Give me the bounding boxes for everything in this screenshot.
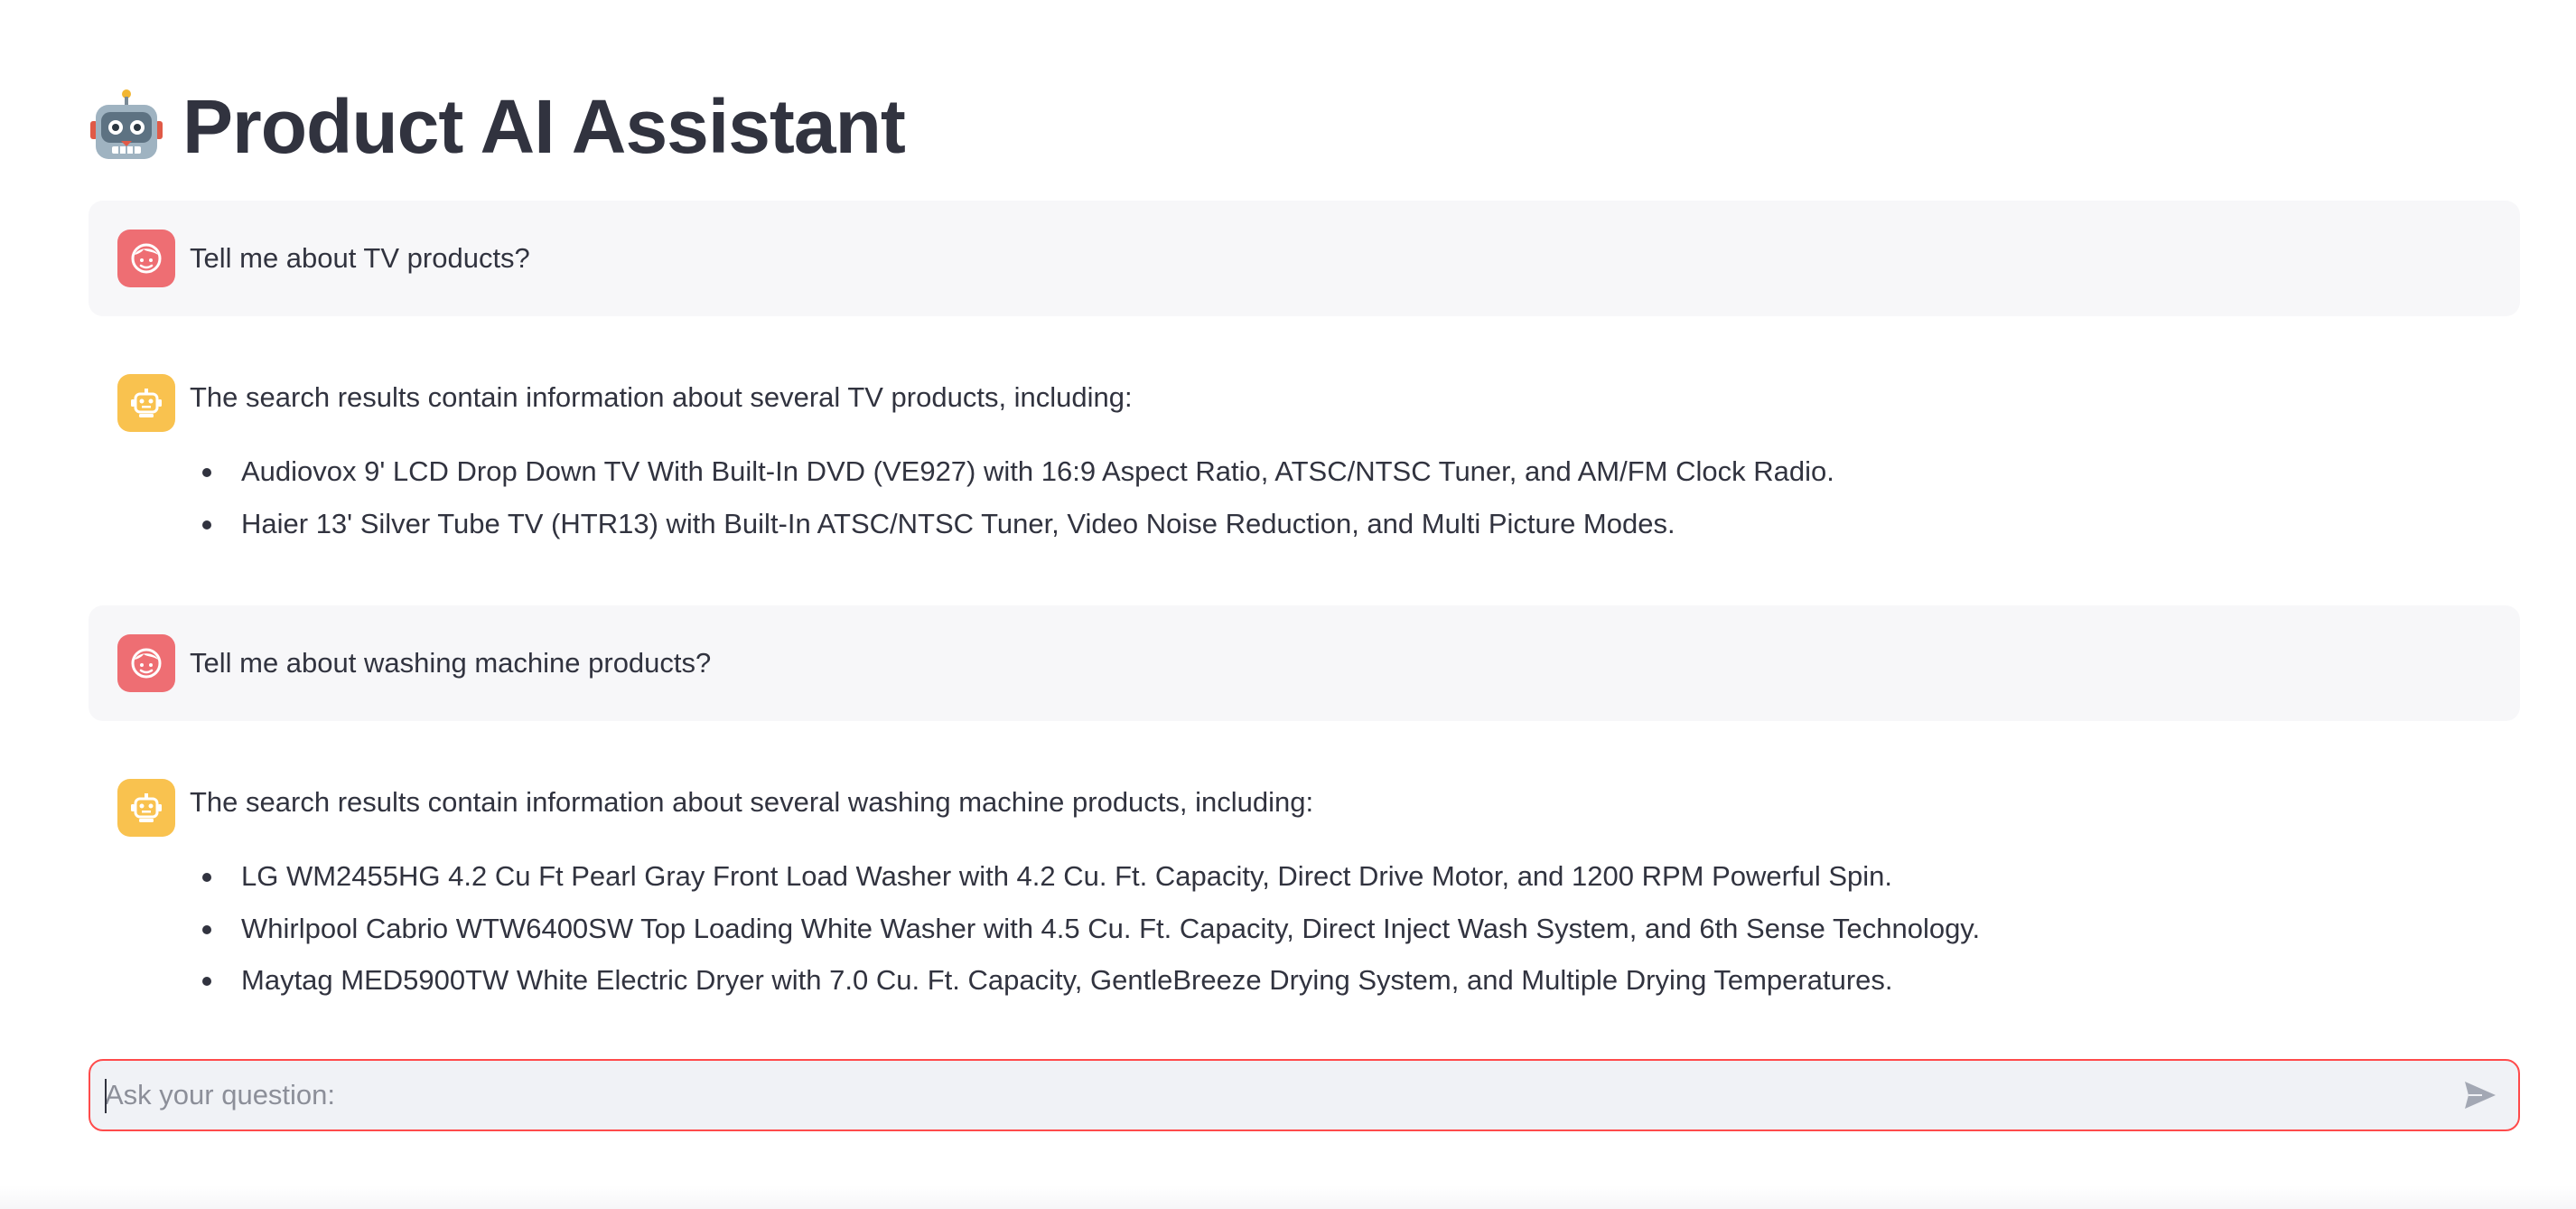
message-text: Tell me about washing machine products? [190,647,712,679]
assistant-avatar [117,779,175,837]
chat-input[interactable] [105,1061,2417,1129]
chat-message-assistant: The search results contain information a… [89,345,2520,571]
assistant-avatar [117,374,175,432]
bottom-fade [0,1186,2576,1209]
robot-icon [131,793,162,822]
robot-icon [131,389,162,417]
send-button[interactable] [2459,1073,2502,1117]
message-text: The search results contain information a… [190,381,1133,413]
text-cursor [105,1079,107,1113]
list-item: Audiovox 9' LCD Drop Down TV With Built-… [190,445,1834,498]
user-face-icon [131,243,162,274]
message-bullet-list: LG WM2455HG 4.2 Cu Ft Pearl Gray Front L… [190,850,1980,1007]
app-page: Product AI Assistant Tell me about TV pr… [0,0,2576,1209]
list-item: Whirlpool Cabrio WTW6400SW Top Loading W… [190,903,1980,955]
chat-message-user: Tell me about washing machine products? [89,605,2520,721]
page-header: Product AI Assistant [89,72,906,181]
list-item: Haier 13' Silver Tube TV (HTR13) with Bu… [190,498,1834,550]
user-face-icon [131,648,162,679]
list-item: Maytag MED5900TW White Electric Dryer wi… [190,954,1980,1007]
user-avatar [117,634,175,692]
message-text: The search results contain information a… [190,786,1314,818]
chat-message-assistant: The search results contain information a… [89,750,2520,1030]
page-title: Product AI Assistant [182,84,906,169]
chat-input-container [89,1059,2520,1131]
user-avatar [117,230,175,287]
send-icon [2465,1082,2496,1109]
chat-message-user: Tell me about TV products? [89,201,2520,316]
message-bullet-list: Audiovox 9' LCD Drop Down TV With Built-… [190,445,1834,549]
robot-emoji-icon [90,89,163,159]
message-text: Tell me about TV products? [190,242,530,274]
list-item: LG WM2455HG 4.2 Cu Ft Pearl Gray Front L… [190,850,1980,903]
